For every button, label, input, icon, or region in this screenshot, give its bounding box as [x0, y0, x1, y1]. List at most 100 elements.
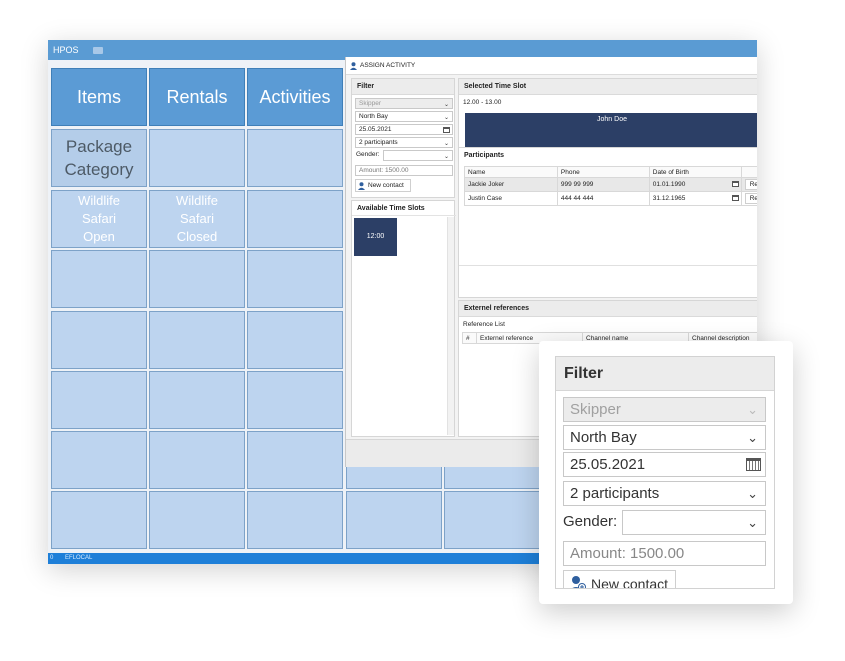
chevron-down-icon: ⌄	[747, 402, 758, 417]
tile-empty[interactable]	[247, 371, 343, 429]
external-refs-heading: Externel references	[459, 301, 757, 317]
chevron-down-icon: ⌄	[443, 102, 449, 108]
assignee-block[interactable]: John Doe	[465, 113, 757, 147]
zoom-gender-select[interactable]: ⌄	[622, 510, 766, 535]
dob-value: 01.01.1990	[652, 181, 686, 188]
calendar-icon[interactable]	[443, 127, 450, 133]
tile-wildlife-safari-open[interactable]: Wildlife Safari Open	[51, 190, 147, 248]
dialog-titlebar: ASSIGN ACTIVITY	[346, 57, 757, 75]
col-phone: Phone	[556, 166, 650, 178]
tile-empty[interactable]	[247, 431, 343, 489]
divider	[352, 215, 456, 216]
zoom-new-contact-button[interactable]: New contact	[563, 570, 676, 589]
location-value: North Bay	[359, 113, 388, 120]
add-user-icon	[358, 182, 365, 190]
cell-name: Jackie Joker	[464, 177, 558, 192]
tile-empty[interactable]	[149, 491, 245, 549]
tile-empty[interactable]	[346, 491, 442, 549]
tile-empty[interactable]	[247, 491, 343, 549]
participants-select[interactable]: 2 participants ⌄	[355, 137, 453, 148]
col-name: Name	[464, 166, 558, 178]
chevron-down-icon: ⌄	[443, 115, 449, 121]
location-select[interactable]: North Bay ⌄	[355, 111, 453, 122]
tile-rentals[interactable]: Rentals	[149, 68, 245, 126]
dob-value: 31.12.1965	[652, 195, 686, 202]
remove-button[interactable]: Re	[744, 193, 757, 204]
chevron-down-icon: ⌄	[747, 430, 758, 445]
tile-empty[interactable]	[51, 371, 147, 429]
chevron-down-icon: ⌄	[747, 515, 758, 530]
gender-select[interactable]: ⌄	[383, 150, 453, 161]
participants-heading: Participants	[464, 152, 505, 159]
time-slot[interactable]: 12:00	[354, 218, 397, 256]
tile-empty[interactable]	[247, 311, 343, 369]
date-field[interactable]: 25.05.2021	[355, 124, 453, 135]
tile-empty[interactable]	[149, 431, 245, 489]
table-header: Name Phone Date of Birth	[464, 166, 757, 178]
available-slots-panel: Available Time Slots 12:00	[351, 200, 456, 437]
calendar-icon[interactable]	[731, 181, 739, 187]
tile-empty[interactable]	[149, 129, 245, 187]
tile-empty[interactable]	[149, 311, 245, 369]
tile-empty[interactable]	[247, 129, 343, 187]
zoom-filter-panel: Filter Skipper ⌄ North Bay ⌄ 25.05.2021 2 …	[555, 356, 775, 589]
user-icon	[350, 62, 357, 70]
assignee-name: John Doe	[597, 116, 627, 123]
new-contact-label: New contact	[368, 182, 404, 189]
date-value: 25.05.2021	[570, 456, 646, 473]
table-row[interactable]: Jackie Joker 999 99 999 01.01.1990 Re	[464, 177, 757, 192]
zoom-skipper-select: Skipper ⌄	[563, 397, 766, 422]
zoom-date-field[interactable]: 25.05.2021	[563, 452, 766, 477]
reference-list-label: Reference List	[463, 321, 505, 328]
chat-icon[interactable]	[93, 47, 104, 55]
col-index: #	[462, 332, 477, 344]
tile-empty[interactable]	[51, 491, 147, 549]
remove-button[interactable]: Re	[744, 179, 757, 190]
tile-items[interactable]: Items	[51, 68, 147, 126]
participants-table: Name Phone Date of Birth Jackie Joker 99…	[464, 166, 757, 206]
scrollbar[interactable]	[447, 217, 454, 435]
chevron-down-icon: ⌄	[747, 486, 758, 501]
tile-package-category[interactable]: Package Category	[51, 129, 147, 187]
calendar-icon[interactable]	[746, 458, 761, 471]
new-contact-label: New contact	[591, 576, 669, 589]
tile-empty[interactable]	[149, 371, 245, 429]
participants-value: 2 participants	[359, 139, 398, 146]
amount-field[interactable]: Amount: 1500.00	[355, 165, 453, 176]
cell-action: Re	[740, 177, 757, 192]
zoom-card: Filter Skipper ⌄ North Bay ⌄ 25.05.2021 2 …	[539, 341, 793, 604]
selected-slot-heading: Selected Time Slot	[459, 79, 757, 95]
tile-wildlife-safari-closed[interactable]: Wildlife Safari Closed	[149, 190, 245, 248]
gender-label: Gender:	[356, 151, 380, 158]
new-contact-button[interactable]: New contact	[355, 179, 411, 192]
tile-empty[interactable]	[149, 250, 245, 308]
tile-empty[interactable]	[51, 431, 147, 489]
chevron-down-icon: ⌄	[443, 154, 449, 160]
zoom-gender-label: Gender:	[563, 513, 618, 530]
location-value: North Bay	[570, 429, 637, 446]
tile-activities[interactable]: Activities	[247, 68, 343, 126]
divider	[459, 265, 757, 266]
app-title: HPOS	[53, 45, 79, 55]
cell-phone: 444 44 444	[556, 191, 650, 206]
dialog-title: ASSIGN ACTIVITY	[360, 62, 416, 69]
tile-empty[interactable]	[247, 250, 343, 308]
col-actions	[740, 166, 757, 178]
tile-empty[interactable]	[51, 311, 147, 369]
table-row[interactable]: Justin Case 444 44 444 31.12.1965 Re	[464, 191, 757, 206]
date-value: 25.05.2021	[359, 126, 392, 133]
cell-dob: 01.01.1990	[648, 177, 742, 192]
tile-empty[interactable]	[444, 491, 540, 549]
cell-name: Justin Case	[464, 191, 558, 206]
selected-slot-time: 12.00 - 13.00	[463, 99, 502, 106]
skipper-select: Skipper ⌄	[355, 98, 453, 109]
zoom-location-select[interactable]: North Bay ⌄	[563, 425, 766, 450]
tile-empty[interactable]	[51, 250, 147, 308]
tile-empty[interactable]	[247, 190, 343, 248]
status-count: 0	[50, 555, 54, 561]
zoom-participants-select[interactable]: 2 participants ⌄	[563, 481, 766, 506]
calendar-icon[interactable]	[731, 195, 739, 201]
zoom-amount-field[interactable]: Amount: 1500.00	[563, 541, 766, 566]
add-user-icon	[572, 576, 586, 588]
skipper-value: Skipper	[570, 401, 621, 418]
